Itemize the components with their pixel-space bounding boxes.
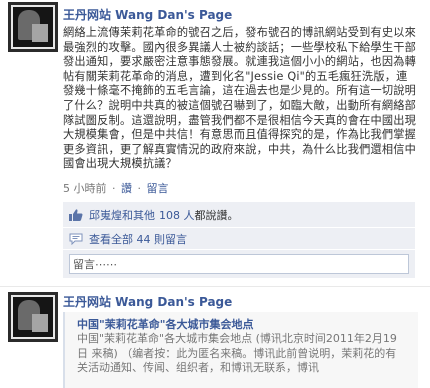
- likers-names-link[interactable]: 邱嵬煌和其他: [89, 207, 155, 223]
- shared-link-preview[interactable]: 中国"茉莉花革命"各大城市集会地点 中国"茉莉花革命"各大城市集会地点 (博讯北…: [63, 312, 418, 388]
- post-meta: 5 小時前 · 讚 · 留言: [63, 180, 169, 196]
- comment-link[interactable]: 留言: [147, 182, 169, 195]
- view-comments-row[interactable]: 查看全部 44 則留言: [63, 228, 415, 250]
- likers-count-link[interactable]: 108 人: [159, 207, 195, 223]
- post-author-name[interactable]: 王丹网站 Wang Dan's Page: [63, 6, 232, 23]
- avatar-highlight: [32, 24, 48, 42]
- shared-link-description: 中国"茉莉花革命"各大城市集会地点 (博讯北京时间2011年2月19日 来稿) …: [77, 332, 397, 374]
- thumbs-up-icon: [69, 208, 83, 221]
- shared-link-title[interactable]: 中国"茉莉花革命"各大城市集会地点: [77, 316, 253, 332]
- avatar-highlight: [32, 314, 48, 332]
- post-divider: [0, 286, 430, 287]
- comment-composer: [63, 250, 415, 278]
- post-timestamp[interactable]: 5 小時前: [63, 182, 107, 195]
- likes-summary-row: 邱嵬煌和其他 108 人 都說讚。: [63, 202, 415, 228]
- like-link[interactable]: 讚: [121, 182, 132, 195]
- author-avatar[interactable]: [8, 2, 58, 52]
- author-avatar[interactable]: [8, 292, 58, 342]
- meta-separator: ·: [137, 182, 142, 195]
- post-body-text: 網絡上流傳茉莉花革命的號召之后，發布號召的博訊網站受到有史以來最強烈的攻擊。國內…: [63, 26, 417, 171]
- comment-bubble-icon: [69, 233, 83, 245]
- comment-input[interactable]: [69, 254, 409, 274]
- view-all-comments-link[interactable]: 查看全部 44 則留言: [89, 231, 187, 247]
- likes-suffix: 都說讚。: [194, 208, 239, 222]
- meta-separator: ·: [112, 182, 116, 195]
- post-author-name[interactable]: 王丹网站 Wang Dan's Page: [63, 293, 232, 310]
